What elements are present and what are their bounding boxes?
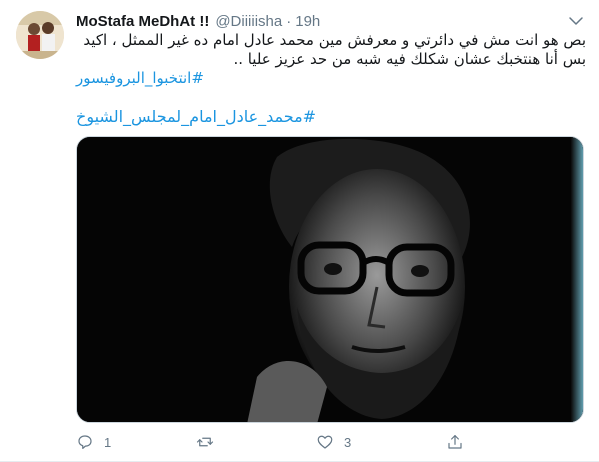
tweet-actions: 1 3 xyxy=(76,432,496,452)
tweet-photo[interactable] xyxy=(76,136,584,423)
chevron-down-icon xyxy=(569,17,583,25)
hashtag-link-1[interactable]: #انتخبوا_البروفيسور xyxy=(76,69,586,88)
reply-count: 1 xyxy=(104,434,112,450)
like-button[interactable]: 3 xyxy=(316,432,351,452)
hashtag-2-text[interactable]: #محمد_عادل_امام_لمجلس_الشيوخ xyxy=(76,107,316,126)
avatar-image xyxy=(16,11,64,59)
separator-dot: · xyxy=(286,12,292,30)
reply-button[interactable]: 1 xyxy=(76,432,111,452)
display-name[interactable]: MoStafa MeDhAt !! xyxy=(76,13,209,30)
share-button[interactable] xyxy=(446,432,464,452)
hashtag-1-text[interactable]: #انتخبوا_البروفيسور xyxy=(76,69,204,87)
tweet-card[interactable]: MoStafa MeDhAt !! @Diiiiisha · 19h بص هو… xyxy=(0,0,599,462)
retweet-button[interactable] xyxy=(196,432,224,452)
timestamp[interactable]: 19h xyxy=(295,13,320,30)
more-options-caret[interactable] xyxy=(567,12,585,30)
retweet-icon xyxy=(196,437,214,447)
tweet-text-line-2: بس أنا هنتخبك عشان شكلك فيه شبه من حد عز… xyxy=(233,50,586,68)
hashtag-link-2[interactable]: #محمد_عادل_امام_لمجلس_الشيوخ xyxy=(76,107,586,127)
heart-icon xyxy=(317,435,333,449)
portrait-photo xyxy=(77,137,583,422)
tweet-text-line-1: بص هو انت مش في دائرتي و معرفش مين محمد … xyxy=(83,31,586,49)
avatar[interactable] xyxy=(16,11,64,59)
share-icon xyxy=(448,435,462,449)
user-handle[interactable]: @Diiiiisha xyxy=(215,13,282,30)
tweet-header: MoStafa MeDhAt !! @Diiiiisha · 19h xyxy=(76,11,559,31)
reply-icon xyxy=(78,435,92,449)
like-count: 3 xyxy=(344,434,352,450)
